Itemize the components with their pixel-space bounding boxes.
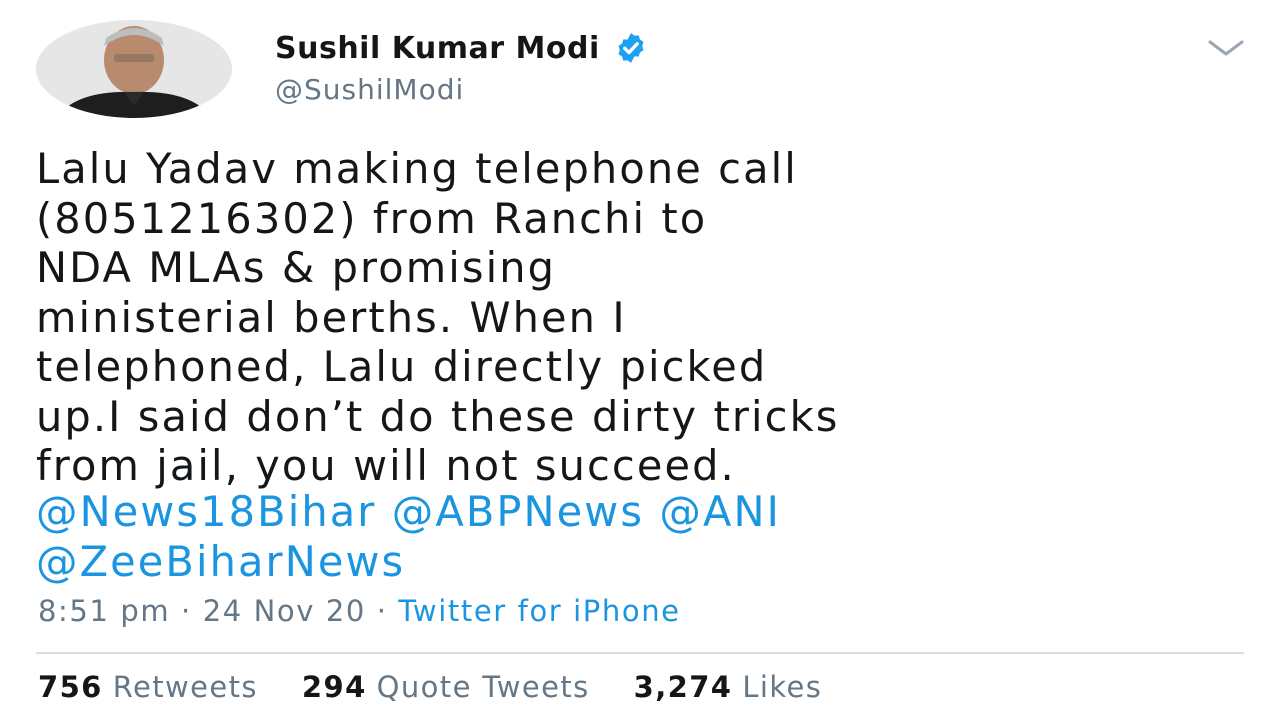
likes-label: Likes xyxy=(742,670,823,704)
verified-badge-icon xyxy=(618,33,644,63)
quote-tweets-stat[interactable]: 294 Quote Tweets xyxy=(302,670,590,704)
tweet-mentions: @News18Bihar @ABPNews @ANI @ZeeBiharNews xyxy=(36,487,1256,586)
tweet-text: Lalu Yadav making telephone call (805121… xyxy=(36,144,840,490)
user-handle[interactable]: @SushilModi xyxy=(275,73,464,106)
avatar-photo xyxy=(36,20,232,118)
mention-link[interactable]: @ANI xyxy=(659,487,781,536)
tweet-card: Sushil Kumar Modi @SushilModi Lalu Yadav… xyxy=(0,0,1280,720)
meta-separator: · xyxy=(376,594,388,628)
mention-link[interactable]: @ZeeBiharNews xyxy=(36,537,405,586)
retweets-count: 756 xyxy=(38,670,103,704)
mention-link[interactable]: @News18Bihar xyxy=(36,487,376,536)
chevron-down-icon[interactable] xyxy=(1206,36,1246,60)
avatar[interactable] xyxy=(36,20,232,118)
tweet-source-link[interactable]: Twitter for iPhone xyxy=(398,594,680,628)
quote-tweets-label: Quote Tweets xyxy=(376,670,590,704)
author-row: Sushil Kumar Modi xyxy=(275,28,648,68)
display-name[interactable]: Sushil Kumar Modi xyxy=(275,31,600,66)
mention-link[interactable]: @ABPNews xyxy=(392,487,644,536)
retweets-stat[interactable]: 756 Retweets xyxy=(38,670,258,704)
likes-count: 3,274 xyxy=(633,670,733,704)
tweet-time[interactable]: 8:51 pm xyxy=(38,594,170,628)
retweets-label: Retweets xyxy=(112,670,258,704)
divider xyxy=(36,652,1244,654)
tweet-date[interactable]: 24 Nov 20 xyxy=(203,594,366,628)
tweet-meta: 8:51 pm · 24 Nov 20 · Twitter for iPhone xyxy=(38,594,681,628)
meta-separator: · xyxy=(181,594,192,628)
tweet-stats: 756 Retweets 294 Quote Tweets 3,274 Likes xyxy=(38,670,866,704)
quote-tweets-count: 294 xyxy=(301,670,367,704)
likes-stat[interactable]: 3,274 Likes xyxy=(634,670,823,704)
